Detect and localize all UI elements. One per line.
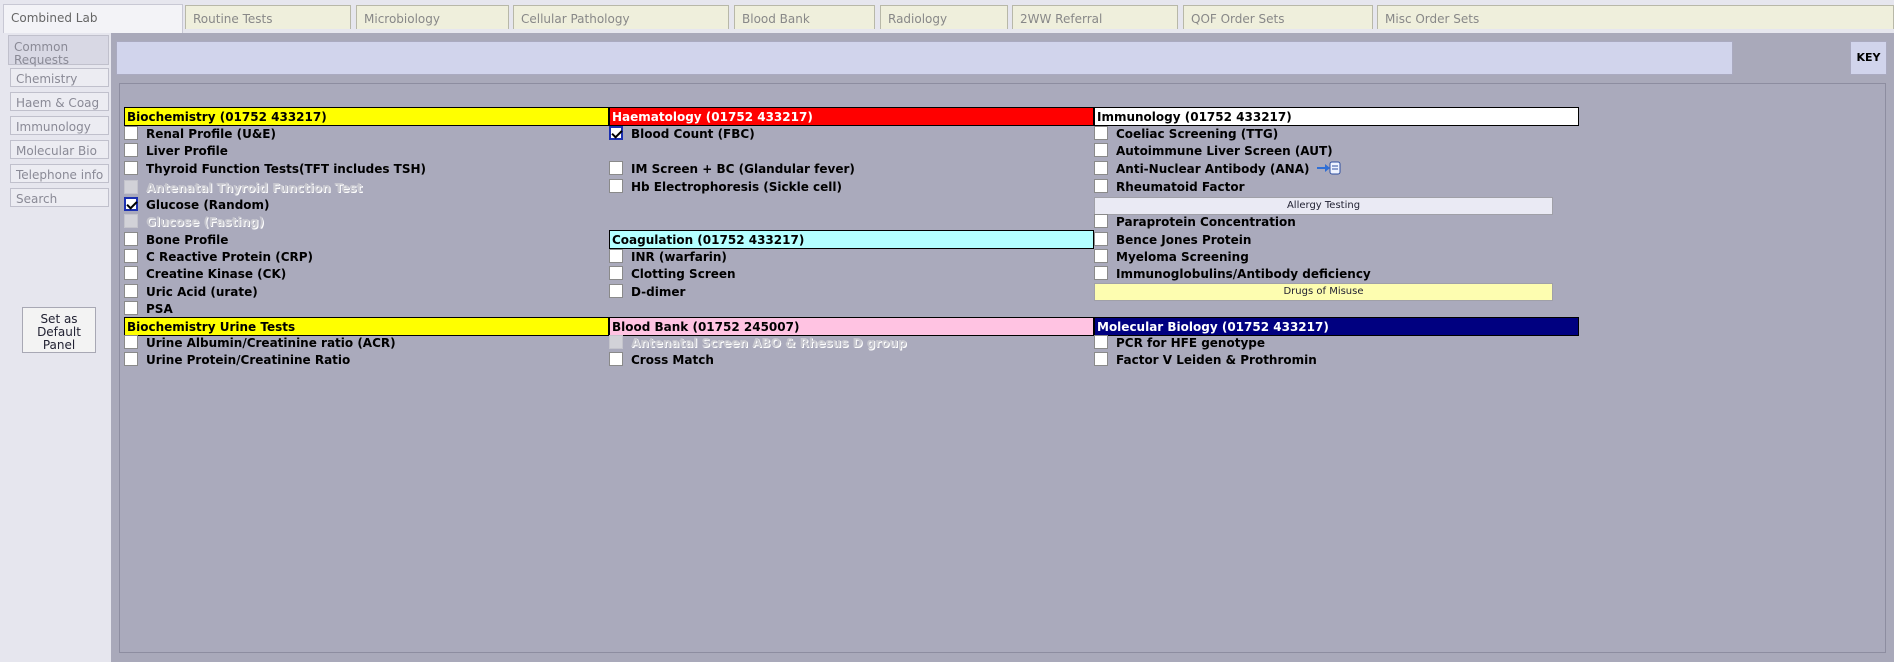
test-checkbox	[609, 335, 623, 349]
test-label: Urine Protein/Creatinine Ratio	[146, 353, 351, 367]
main-area: KEY Biochemistry (01752 433217) Renal Pro…	[111, 33, 1894, 662]
test-label: Urine Albumin/Creatinine ratio (ACR)	[146, 336, 396, 350]
test-label: Glucose (Random)	[146, 198, 270, 212]
tab-microbiology[interactable]: Microbiology	[356, 5, 509, 29]
test-checkbox[interactable]	[1094, 161, 1108, 175]
test-label: PCR for HFE genotype	[1116, 336, 1265, 350]
test-label: Factor V Leiden & Prothromin	[1116, 353, 1317, 367]
test-checkbox[interactable]	[1094, 126, 1108, 140]
filter-bar	[116, 41, 1733, 75]
test-checkbox[interactable]	[609, 352, 623, 366]
tab-2ww-referral[interactable]: 2WW Referral	[1012, 5, 1178, 29]
test-checkbox[interactable]	[1094, 179, 1108, 193]
sidebar-item-chemistry[interactable]: Chemistry	[10, 68, 109, 87]
test-label: Antenatal Thyroid Function Test	[146, 181, 363, 195]
test-label: INR (warfarin)	[631, 250, 727, 264]
test-label: Renal Profile (U&E)	[146, 127, 276, 141]
tab-routine-tests[interactable]: Routine Tests	[185, 5, 351, 29]
test-label: C Reactive Protein (CRP)	[146, 250, 314, 264]
test-checkbox[interactable]	[1094, 214, 1108, 228]
section-header-coagulation: Coagulation (01752 433217)	[609, 230, 1094, 249]
test-label: PSA	[146, 302, 173, 316]
section-header-biochemistry: Biochemistry (01752 433217)	[124, 107, 609, 126]
test-checkbox[interactable]	[124, 126, 138, 140]
test-checkbox[interactable]	[1094, 143, 1108, 157]
test-checkbox	[124, 214, 138, 228]
sidebar-item-molecular-bio[interactable]: Molecular Bio	[10, 140, 109, 159]
sidebar-item-telephone-info[interactable]: Telephone info	[10, 164, 109, 183]
test-label: Rheumatoid Factor	[1116, 180, 1245, 194]
test-label: Bence Jones Protein	[1116, 233, 1252, 247]
test-checkbox[interactable]	[609, 284, 623, 298]
test-label: Creatine Kinase (CK)	[146, 267, 287, 281]
test-checkbox[interactable]	[1094, 249, 1108, 263]
tab-misc-order-sets[interactable]: Misc Order Sets	[1377, 5, 1894, 29]
test-label: Immunoglobulins/Antibody deficiency	[1116, 267, 1371, 281]
test-label: Antenatal Screen ABO & Rhesus D group	[631, 336, 907, 350]
test-label: Autoimmune Liver Screen (AUT)	[1116, 144, 1333, 158]
test-label: Blood Count (FBC)	[631, 127, 755, 141]
test-checkbox[interactable]	[124, 284, 138, 298]
test-checkbox[interactable]	[609, 249, 623, 263]
test-checkbox[interactable]	[609, 126, 623, 140]
test-checkbox	[124, 180, 138, 194]
test-checkbox[interactable]	[124, 266, 138, 280]
sidebar-item-haem-coag[interactable]: Haem & Coag	[10, 92, 109, 111]
test-label: D-dimer	[631, 285, 686, 299]
set-default-panel-button[interactable]: Set as Default Panel	[22, 307, 96, 353]
sidebar: Set as Default Panel Common Requests Chem…	[0, 33, 111, 662]
test-checkbox[interactable]	[124, 232, 138, 246]
test-label: Uric Acid (urate)	[146, 285, 258, 299]
test-checkbox[interactable]	[124, 143, 138, 157]
test-checkbox[interactable]	[124, 301, 138, 315]
tab-cellular-pathology[interactable]: Cellular Pathology	[513, 5, 729, 29]
request-panel: Biochemistry (01752 433217) Renal Profile…	[119, 83, 1886, 653]
sidebar-item-common-requests[interactable]: Common Requests	[8, 35, 109, 67]
test-checkbox[interactable]	[124, 161, 138, 175]
test-checkbox[interactable]	[609, 179, 623, 193]
test-label: Cross Match	[631, 353, 714, 367]
tab-blood-bank[interactable]: Blood Bank	[734, 5, 875, 29]
test-checkbox[interactable]	[124, 335, 138, 349]
test-label: Hb Electrophoresis (Sickle cell)	[631, 180, 843, 194]
test-label: Thyroid Function Tests(TFT includes TSH)	[146, 162, 427, 176]
test-label: Anti-Nuclear Antibody (ANA)	[1116, 162, 1310, 176]
test-label: Liver Profile	[146, 144, 228, 158]
info-hand-icon[interactable]	[1316, 159, 1342, 177]
test-checkbox[interactable]	[609, 161, 623, 175]
test-checkbox[interactable]	[1094, 266, 1108, 280]
test-label: IM Screen + BC (Glandular fever)	[631, 162, 855, 176]
test-checkbox[interactable]	[124, 249, 138, 263]
tab-bar: Combined Lab Routine Tests Microbiology Cel…	[0, 0, 1894, 33]
key-button[interactable]: KEY	[1850, 41, 1887, 75]
test-checkbox[interactable]	[609, 266, 623, 280]
test-label: Myeloma Screening	[1116, 250, 1249, 264]
test-checkbox[interactable]	[1094, 232, 1108, 246]
sidebar-item-search[interactable]: Search	[10, 188, 109, 207]
tab-radiology[interactable]: Radiology	[880, 5, 1008, 29]
drugs-of-misuse-button[interactable]: Drugs of Misuse	[1094, 283, 1553, 301]
test-label: Clotting Screen	[631, 267, 736, 281]
test-label: Paraprotein Concentration	[1116, 215, 1296, 229]
sidebar-item-immunology[interactable]: Immunology	[10, 116, 109, 135]
tab-qof-order-sets[interactable]: QOF Order Sets	[1183, 5, 1373, 29]
section-header-haematology: Haematology (01752 433217)	[609, 107, 1094, 126]
test-label: Glucose (Fasting)	[146, 215, 265, 229]
tab-combined-lab[interactable]: Combined Lab	[3, 4, 183, 33]
section-header-immunology: Immunology (01752 433217)	[1094, 107, 1579, 126]
test-label: Coeliac Screening (TTG)	[1116, 127, 1279, 141]
test-checkbox[interactable]	[124, 352, 138, 366]
test-checkbox[interactable]	[124, 197, 138, 211]
test-checkbox[interactable]	[1094, 352, 1108, 366]
test-checkbox[interactable]	[1094, 335, 1108, 349]
test-label: Bone Profile	[146, 233, 229, 247]
